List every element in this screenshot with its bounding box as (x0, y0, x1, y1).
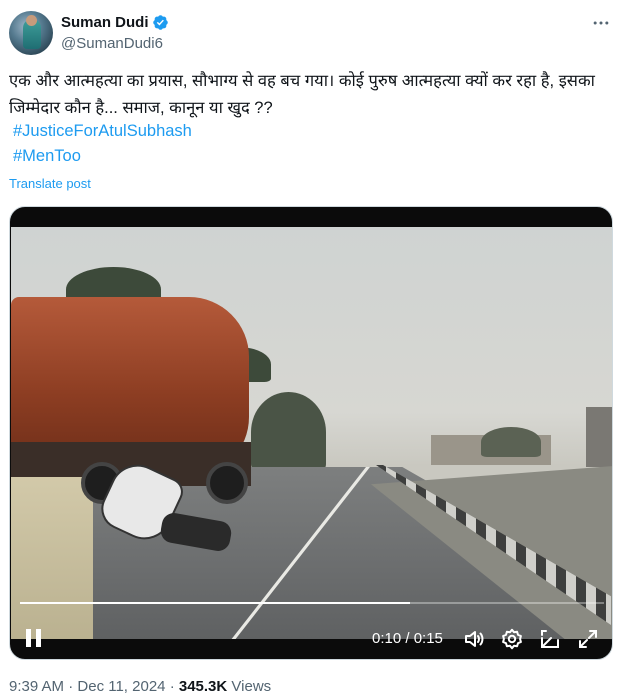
hashtag-link[interactable]: #JusticeForAtulSubhash (13, 122, 192, 141)
pause-icon[interactable] (26, 629, 42, 647)
tweet-header: Suman Dudi @SumanDudi6 (9, 9, 612, 57)
views-count: 345.3K (178, 678, 228, 695)
views-label: Views (231, 678, 272, 695)
meta-separator: · (68, 678, 74, 695)
avatar-head (26, 15, 37, 26)
volume-icon[interactable] (462, 627, 486, 651)
video-time: 0:10 / 0:15 (372, 630, 443, 647)
avatar[interactable] (9, 11, 53, 55)
truck-wheel (206, 462, 248, 504)
tweet-text: एक और आत्महत्या का प्रयास, सौभाग्य से वह… (9, 72, 595, 117)
hashtag-link[interactable]: #MenToo (13, 147, 81, 166)
video-player[interactable]: 0:10 / 0:15 (9, 206, 613, 660)
author-handle[interactable]: @SumanDudi6 (61, 35, 163, 52)
verified-badge-icon (152, 15, 168, 30)
name-line: Suman Dudi (61, 14, 169, 31)
palm-tree (251, 392, 326, 472)
picture-in-picture-icon[interactable] (538, 627, 562, 651)
video-frame[interactable] (11, 227, 612, 639)
translate-post-link[interactable]: Translate post (9, 176, 91, 191)
tweet-date[interactable]: Dec 11, 2024 (77, 678, 165, 695)
settings-gear-icon[interactable] (500, 627, 524, 651)
tree (481, 427, 541, 457)
building (586, 407, 612, 467)
meta-separator: · (169, 678, 175, 695)
author-display-name[interactable]: Suman Dudi (61, 14, 149, 31)
more-options-icon[interactable] (590, 12, 612, 34)
video-controls: 0:10 / 0:15 (10, 617, 612, 659)
fullscreen-icon[interactable] (576, 627, 600, 651)
video-progress-bar[interactable] (20, 602, 604, 604)
tweet-time[interactable]: 9:39 AM (9, 678, 64, 695)
video-progress-fill (20, 602, 410, 604)
dashcam-pillar (11, 477, 93, 639)
tweet-meta: 9:39 AM · Dec 11, 2024 · 345.3K Views (9, 678, 271, 695)
